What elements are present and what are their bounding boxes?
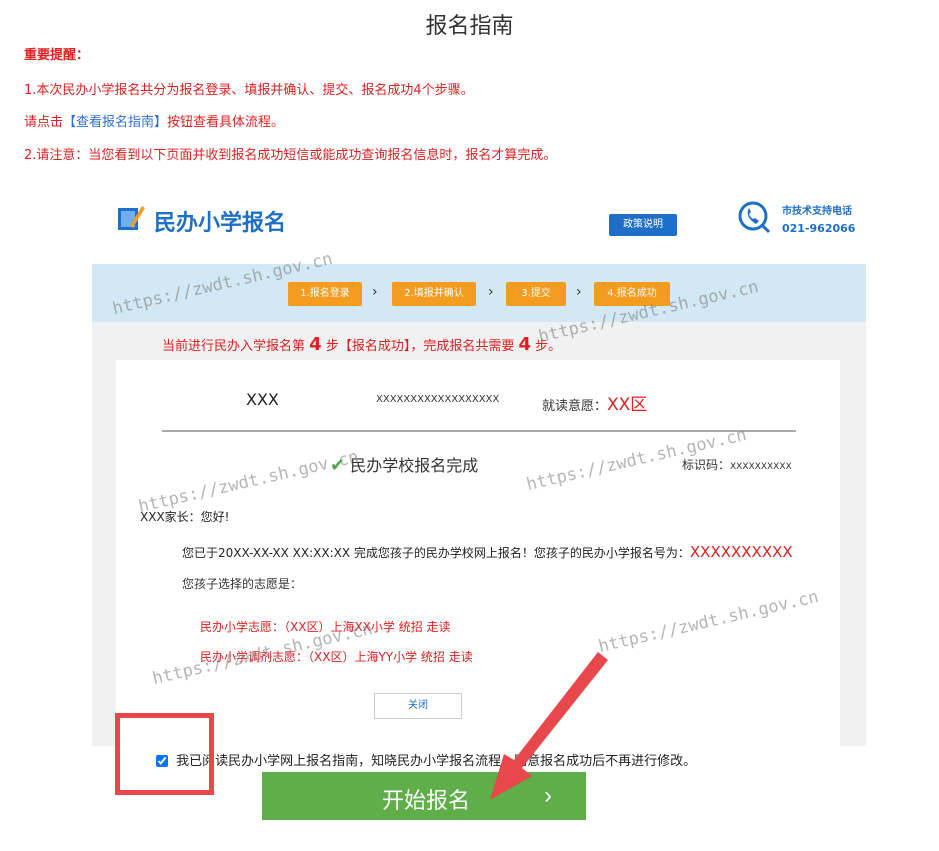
ident-label: 标识码： bbox=[682, 458, 731, 472]
finish-text: 您已于20XX-XX-XX XX:XX:XX 完成您孩子的民办学校网上报名！您孩… bbox=[182, 546, 690, 560]
notice-guide-post: 按钮查看具体流程。 bbox=[167, 115, 285, 130]
notice-warning: 2.请注意：当您看到以下页面并收到报名成功短信或能成功查询报名信息时，报名才算完… bbox=[24, 148, 557, 163]
logo-text: 民办小学报名 bbox=[154, 211, 287, 236]
step-arrow-icon: › bbox=[372, 284, 378, 300]
applicant-name: XXX bbox=[246, 390, 279, 409]
highlight-box bbox=[115, 713, 214, 795]
agreement: 我已阅读民办小学网上报名指南，知晓民办小学报名流程，同意报名成功后不再进行修改。 bbox=[156, 750, 696, 769]
progress-mid: 步【报名成功】，完成报名共需要 bbox=[325, 339, 515, 354]
intent: 就读意愿：XX区 bbox=[542, 390, 647, 415]
choice-2: 民办小学调剂志愿：（XX区）上海YY小学 统招 走读 bbox=[200, 650, 473, 664]
support-phone: 021-962066 bbox=[782, 222, 856, 235]
example-header: 民办小学报名 政策说明 市技术支持电话 021-962066 bbox=[92, 172, 866, 264]
phone-icon bbox=[738, 201, 771, 234]
view-guide-link[interactable]: 【查看报名指南】 bbox=[63, 115, 167, 130]
check-icon: ✔ bbox=[330, 455, 346, 476]
progress-post: 步。 bbox=[535, 339, 562, 354]
finish-message: 您已于20XX-XX-XX XX:XX:XX 完成您孩子的民办学校网上报名！您孩… bbox=[182, 543, 793, 561]
step-2: 2.填报并确认 bbox=[392, 282, 476, 306]
card-divider bbox=[162, 430, 796, 432]
agreement-text: 我已阅读民办小学网上报名指南，知晓民办小学报名流程，同意报名成功后不再进行修改。 bbox=[176, 754, 697, 769]
steps-bar: 1.报名登录 › 2.填报并确认 › 3.提交 › 4.报名成功 bbox=[92, 264, 866, 322]
school-logo-icon bbox=[118, 206, 145, 230]
choice-1: 民办小学志愿：（XX区）上海XX小学 统招 走读 bbox=[200, 620, 451, 634]
step-arrow-icon: › bbox=[576, 284, 582, 300]
progress-pre: 当前进行民办入学报名第 bbox=[162, 339, 306, 354]
support-label: 市技术支持电话 bbox=[782, 206, 852, 217]
applicant-id: XXXXXXXXXXXXXXXXXX bbox=[376, 394, 500, 405]
step-arrow-icon: › bbox=[488, 284, 494, 300]
intent-label: 就读意愿： bbox=[542, 399, 608, 414]
policy-button[interactable]: 政策说明 bbox=[609, 214, 677, 236]
notice-guide: 请点击【查看报名指南】按钮查看具体流程。 bbox=[24, 111, 284, 130]
progress-message: 当前进行民办入学报名第 4 步【报名成功】，完成报名共需要 4 步。 bbox=[162, 334, 561, 355]
notice-steps: 1.本次民办小学报名共分为报名登录、填报并确认、提交、报名成功4个步骤。 bbox=[24, 83, 474, 98]
example-screenshot: 民办小学报名 政策说明 市技术支持电话 021-962066 1.报名登录 › … bbox=[92, 172, 866, 746]
step-4: 4.报名成功 bbox=[594, 282, 670, 306]
start-button-label: 开始报名 bbox=[382, 788, 471, 813]
close-button[interactable]: 关闭 bbox=[374, 693, 462, 719]
progress-step: 4 bbox=[309, 334, 322, 355]
progress-total: 4 bbox=[518, 334, 532, 355]
chevron-right-icon: › bbox=[544, 782, 552, 809]
choice-label: 您孩子选择的志愿是： bbox=[182, 577, 303, 591]
step-1: 1.报名登录 bbox=[288, 282, 362, 306]
ident-code: 标识码：XXXXXXXXXX bbox=[682, 456, 792, 473]
intent-value: XX区 bbox=[607, 395, 648, 415]
registration-number: XXXXXXXXXX bbox=[689, 543, 793, 561]
done-title: ✔ 民办学校报名完成 bbox=[330, 452, 478, 476]
notice-heading: 重要提醒： bbox=[24, 48, 90, 63]
notice-guide-pre: 请点击 bbox=[24, 115, 64, 130]
start-registration-button[interactable]: 开始报名 › bbox=[262, 772, 586, 820]
page-title: 报名指南 bbox=[425, 14, 514, 39]
greeting: XXX家长：您好! bbox=[140, 510, 230, 524]
ident-value: XXXXXXXXXX bbox=[730, 462, 792, 472]
done-title-text: 民办学校报名完成 bbox=[350, 456, 479, 475]
step-3: 3.提交 bbox=[506, 282, 566, 306]
result-card: XXX XXXXXXXXXXXXXXXXXX 就读意愿：XX区 ✔ 民办学校报名… bbox=[116, 360, 840, 746]
